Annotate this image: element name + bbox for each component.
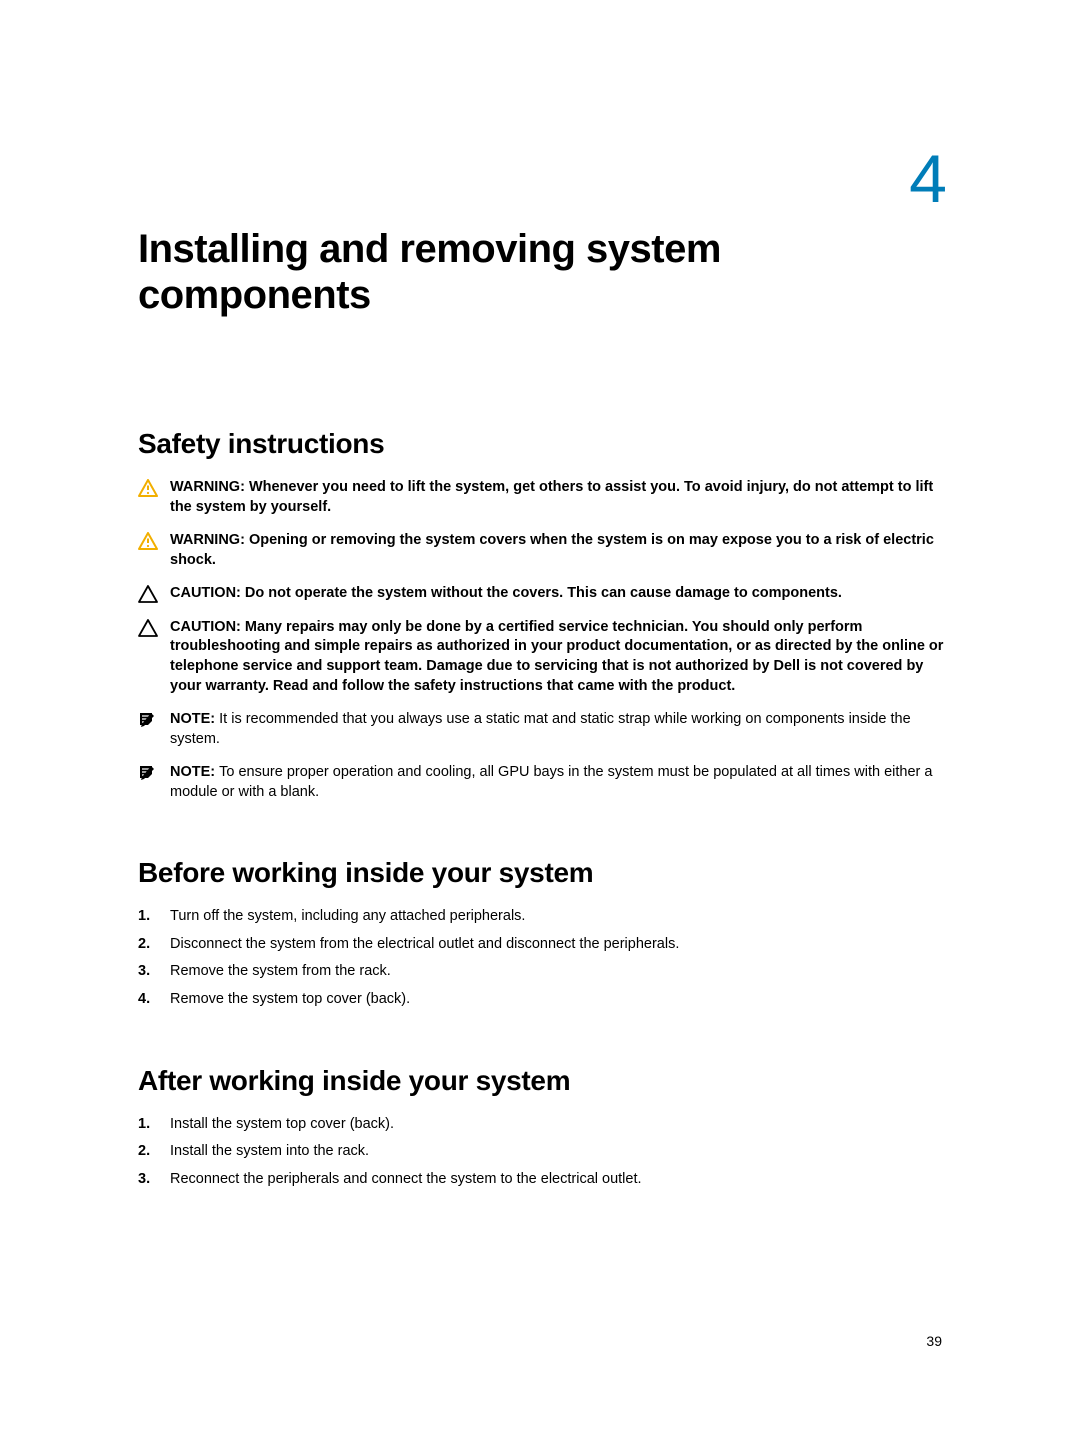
- chapter-title: Installing and removing system component…: [138, 226, 945, 318]
- note-icon: [138, 711, 160, 729]
- note-text: NOTE: To ensure proper operation and coo…: [170, 763, 945, 802]
- section-heading-safety: Safety instructions: [138, 428, 945, 460]
- warning-callout: WARNING: Opening or removing the system …: [138, 531, 945, 570]
- note-text: NOTE: It is recommended that you always …: [170, 710, 945, 749]
- section-heading-before: Before working inside your system: [138, 857, 945, 889]
- page-number: 39: [926, 1333, 942, 1349]
- list-item: Install the system top cover (back).: [138, 1115, 945, 1135]
- warning-icon: [138, 479, 160, 497]
- caution-icon: [138, 585, 160, 603]
- caution-callout: CAUTION: Many repairs may only be done b…: [138, 618, 945, 696]
- warning-text: WARNING: Opening or removing the system …: [170, 531, 945, 570]
- before-steps-list: Turn off the system, including any attac…: [138, 907, 945, 1009]
- note-callout: NOTE: To ensure proper operation and coo…: [138, 763, 945, 802]
- list-item: Remove the system top cover (back).: [138, 990, 945, 1010]
- section-heading-after: After working inside your system: [138, 1065, 945, 1097]
- chapter-number: 4: [138, 140, 945, 218]
- caution-text: CAUTION: Do not operate the system witho…: [170, 584, 945, 604]
- caution-icon: [138, 619, 160, 637]
- list-item: Turn off the system, including any attac…: [138, 907, 945, 927]
- list-item: Install the system into the rack.: [138, 1142, 945, 1162]
- after-steps-list: Install the system top cover (back). Ins…: [138, 1115, 945, 1190]
- list-item: Remove the system from the rack.: [138, 962, 945, 982]
- note-callout: NOTE: It is recommended that you always …: [138, 710, 945, 749]
- document-page: 4 Installing and removing system compone…: [0, 0, 1080, 1189]
- warning-callout: WARNING: Whenever you need to lift the s…: [138, 478, 945, 517]
- caution-text: CAUTION: Many repairs may only be done b…: [170, 618, 945, 696]
- note-icon: [138, 764, 160, 782]
- caution-callout: CAUTION: Do not operate the system witho…: [138, 584, 945, 604]
- warning-text: WARNING: Whenever you need to lift the s…: [170, 478, 945, 517]
- list-item: Reconnect the peripherals and connect th…: [138, 1170, 945, 1190]
- warning-icon: [138, 532, 160, 550]
- list-item: Disconnect the system from the electrica…: [138, 935, 945, 955]
